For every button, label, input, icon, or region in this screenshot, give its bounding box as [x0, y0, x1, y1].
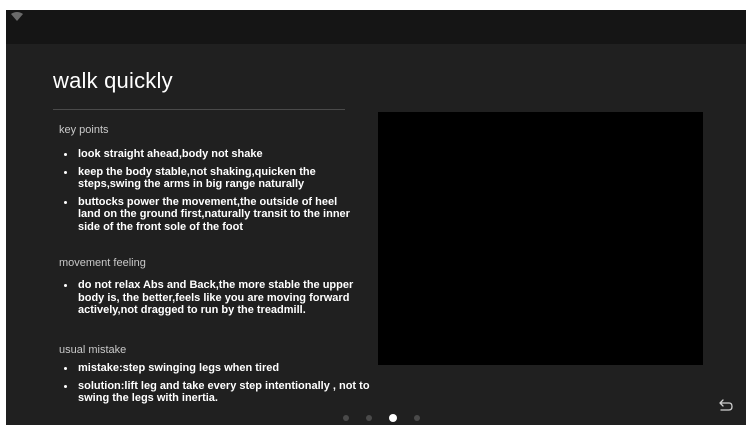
list-item: buttocks power the movement,the outside … — [61, 196, 361, 234]
page-dot[interactable] — [414, 414, 420, 421]
wifi-icon — [11, 12, 23, 21]
page-dot[interactable] — [343, 414, 349, 421]
key-points-list: look straight ahead,body not shake keep … — [61, 148, 361, 238]
back-icon[interactable] — [718, 398, 734, 412]
key-points-heading: key points — [59, 124, 109, 136]
status-bar — [6, 10, 746, 44]
usual-mistake-list: mistake:step swinging legs when tired so… — [61, 362, 371, 410]
movement-feeling-heading: movement feeling — [59, 257, 146, 269]
page-dot[interactable] — [366, 414, 372, 421]
tutorial-screen: walk quickly key points look straight ah… — [6, 10, 746, 425]
list-item: do not relax Abs and Back,the more stabl… — [61, 279, 361, 317]
movement-feeling-list: do not relax Abs and Back,the more stabl… — [61, 279, 361, 322]
page-title: walk quickly — [53, 68, 173, 93]
list-item: look straight ahead,body not shake — [61, 148, 361, 161]
video-player[interactable] — [378, 112, 703, 365]
list-item: keep the body stable,not shaking,quicken… — [61, 166, 361, 191]
title-divider — [53, 109, 345, 110]
usual-mistake-heading: usual mistake — [59, 344, 127, 356]
page-indicator — [343, 413, 437, 422]
list-item: mistake:step swinging legs when tired — [61, 362, 371, 375]
page-dot-active[interactable] — [389, 413, 397, 422]
list-item: solution:lift leg and take every step in… — [61, 380, 371, 405]
